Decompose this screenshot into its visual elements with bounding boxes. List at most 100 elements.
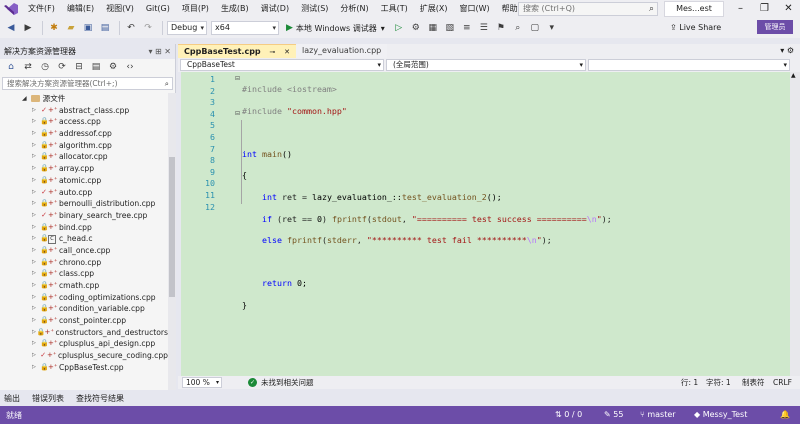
open-folder-icon[interactable]: ▰ bbox=[64, 21, 78, 35]
format-icon[interactable]: ≡ bbox=[460, 21, 474, 35]
home-icon[interactable]: ⌂ bbox=[4, 60, 18, 74]
tree-file-item[interactable]: ▷ 🔒 +⁺ access.cpp bbox=[0, 116, 168, 128]
line-ending-indicator[interactable]: CRLF bbox=[773, 378, 792, 387]
expand-arrow-icon[interactable]: ▷ bbox=[32, 292, 40, 304]
zoom-dropdown[interactable]: 100 % ▾ bbox=[182, 377, 222, 388]
expand-arrow-icon[interactable]: ▷ bbox=[32, 116, 40, 128]
tab-find-symbol-results[interactable]: 查找符号结果 bbox=[76, 393, 124, 404]
no-issues-icon[interactable]: ✓ bbox=[248, 378, 257, 387]
expand-arrow-icon[interactable]: ▷ bbox=[32, 151, 40, 163]
tree-file-item[interactable]: ▷ 🔒 Cc_head.c bbox=[0, 233, 168, 245]
tree-file-item[interactable]: ▷ 🔒 +⁺ atomic.cpp bbox=[0, 175, 168, 187]
menu-window[interactable]: 窗口(W) bbox=[454, 0, 496, 18]
tree-file-item[interactable]: ▷ 🔒 +⁺ allocator.cpp bbox=[0, 151, 168, 163]
tree-file-item[interactable]: ▷ ✓ +⁺ binary_search_tree.cpp bbox=[0, 210, 168, 222]
live-share-button[interactable]: ⇪ Live Share bbox=[670, 20, 721, 36]
tree-file-item[interactable]: ▷ 🔒 +⁺ chrono.cpp bbox=[0, 257, 168, 269]
switch-view-icon[interactable]: ⇄ bbox=[21, 60, 35, 74]
source-code[interactable]: #include <iostream> #include "common.hpp… bbox=[242, 74, 612, 353]
global-scope-dropdown[interactable]: (全局范围) ▾ bbox=[386, 59, 586, 71]
tree-file-item[interactable]: ▷ 🔒 +⁺ constructors_and_destructors bbox=[0, 327, 168, 339]
expand-arrow-icon[interactable]: ▷ bbox=[32, 198, 40, 210]
notifications-icon[interactable]: 🔔 bbox=[780, 406, 790, 424]
expand-arrow-icon[interactable]: ▷ bbox=[32, 175, 40, 187]
properties-icon[interactable]: ⚙ bbox=[106, 60, 120, 74]
platform-dropdown[interactable]: x64 ▾ bbox=[211, 21, 279, 35]
tree-file-item[interactable]: ▷ 🔒 +⁺ class.cpp bbox=[0, 268, 168, 280]
expand-arrow-icon[interactable]: ▷ bbox=[32, 187, 40, 199]
minimize-icon[interactable]: – bbox=[728, 0, 753, 18]
menu-file[interactable]: 文件(F) bbox=[22, 0, 61, 18]
menu-build[interactable]: 生成(B) bbox=[215, 0, 255, 18]
expand-arrow-icon[interactable]: ▷ bbox=[32, 268, 40, 280]
save-icon[interactable]: ▣ bbox=[81, 21, 95, 35]
panel-controls[interactable]: ▾ ⊞ ✕ bbox=[148, 44, 171, 59]
code-editor[interactable]: 1 2 3 4 5 6 7 8 9 10 11 12 ⊟ ⊟ #include <iostream> … bbox=[181, 72, 790, 376]
tab-lazy-evaluation[interactable]: lazy_evaluation.cpp bbox=[296, 44, 388, 58]
expand-arrow-icon[interactable]: ▷ bbox=[32, 338, 40, 350]
tab-mode-indicator[interactable]: 制表符 bbox=[742, 377, 765, 388]
tree-file-item[interactable]: ▷ 🔒 +⁺ bind.cpp bbox=[0, 222, 168, 234]
tree-folder-source-files[interactable]: ◢ 源文件 bbox=[0, 93, 168, 105]
line-indicator[interactable]: 行: 1 bbox=[681, 377, 698, 388]
show-all-files-icon[interactable]: ▤ bbox=[89, 60, 103, 74]
fold-collapse-icon[interactable]: ⊟ bbox=[235, 75, 240, 82]
tree-file-item[interactable]: ▷ 🔒 +⁺ algorithm.cpp bbox=[0, 140, 168, 152]
tree-file-item[interactable]: ▷ ✓ +⁺ abstract_class.cpp bbox=[0, 105, 168, 117]
menu-git[interactable]: Git(G) bbox=[140, 0, 176, 18]
tree-file-item[interactable]: ▷ 🔒 +⁺ call_once.cpp bbox=[0, 245, 168, 257]
breakpoint-icon[interactable]: ▧ bbox=[443, 21, 457, 35]
save-all-icon[interactable]: ▤ bbox=[98, 21, 112, 35]
undo-icon[interactable]: ↶ bbox=[124, 21, 138, 35]
menu-view[interactable]: 视图(V) bbox=[100, 0, 140, 18]
expand-arrow-icon[interactable]: ▷ bbox=[32, 245, 40, 257]
menu-tools[interactable]: 工具(T) bbox=[375, 0, 414, 18]
expand-arrow-icon[interactable]: ▷ bbox=[32, 163, 40, 175]
pending-changes-status[interactable]: ✎ 55 bbox=[604, 406, 623, 424]
editor-vertical-scrollbar[interactable]: ▲ bbox=[790, 72, 800, 376]
tree-file-item[interactable]: ▷ 🔒 +⁺ bernoulli_distribution.cpp bbox=[0, 198, 168, 210]
close-tab-icon[interactable]: ✕ bbox=[284, 48, 290, 56]
redo-icon[interactable]: ↷ bbox=[141, 21, 155, 35]
menu-debug[interactable]: 调试(D) bbox=[255, 0, 295, 18]
close-icon[interactable]: ✕ bbox=[776, 0, 800, 18]
tree-file-item[interactable]: ▷ ✓ +⁺ auto.cpp bbox=[0, 187, 168, 199]
pin-icon[interactable]: ⊸ bbox=[269, 48, 275, 56]
expand-arrow-icon[interactable]: ▷ bbox=[32, 233, 40, 245]
start-debugging-button[interactable]: ▶ 本地 Windows 调试器 ▾ bbox=[283, 20, 388, 36]
tree-file-item[interactable]: ▷ 🔒 +⁺ cmath.cpp bbox=[0, 280, 168, 292]
expand-arrow-icon[interactable]: ▷ bbox=[32, 280, 40, 292]
diagnostics-icon[interactable]: ▦ bbox=[426, 21, 440, 35]
solution-search-input[interactable]: 搜索解决方案资源管理器(Ctrl+;) ⌕ bbox=[2, 77, 173, 90]
tree-file-item[interactable]: ▷ 🔒 +⁺ addressof.cpp bbox=[0, 128, 168, 140]
tree-file-item[interactable]: ▷ 🔒 +⁺ condition_variable.cpp bbox=[0, 303, 168, 315]
sync-icon[interactable]: ⟳ bbox=[55, 60, 69, 74]
expand-arrow-icon[interactable]: ▷ bbox=[32, 315, 40, 327]
scrollbar-thumb[interactable] bbox=[169, 157, 175, 297]
tree-file-item[interactable]: ▷ 🔒 +⁺ const_pointer.cpp bbox=[0, 315, 168, 327]
branch-status[interactable]: ⑂ master bbox=[640, 406, 676, 424]
menu-edit[interactable]: 编辑(E) bbox=[61, 0, 100, 18]
collapse-all-icon[interactable]: ⊟ bbox=[72, 60, 86, 74]
tab-cppbasetest[interactable]: CppBaseTest.cpp ⊸ ✕ bbox=[178, 44, 296, 58]
menu-analyze[interactable]: 分析(N) bbox=[334, 0, 374, 18]
expand-arrow-icon[interactable]: ▷ bbox=[32, 257, 40, 269]
toolbar-overflow-icon[interactable]: ▾ bbox=[545, 21, 559, 35]
maximize-icon[interactable]: ❐ bbox=[752, 0, 777, 18]
expand-arrow-icon[interactable]: ▷ bbox=[32, 350, 39, 362]
menu-project[interactable]: 项目(P) bbox=[176, 0, 215, 18]
expand-arrow-icon[interactable]: ◢ bbox=[22, 93, 27, 105]
tab-output[interactable]: 输出 bbox=[4, 393, 20, 404]
visual-studio-logo-icon[interactable] bbox=[0, 0, 22, 18]
start-without-debugging-icon[interactable]: ▷ bbox=[392, 21, 406, 35]
tab-overflow-icon[interactable]: ▾ ⚙ bbox=[774, 44, 800, 58]
tree-file-item[interactable]: ▷ ✓ +⁺ cplusplus_secure_coding.cpp bbox=[0, 350, 168, 362]
tree-file-item[interactable]: ▷ 🔒 +⁺ CppBaseTest.cpp bbox=[0, 362, 168, 374]
comment-icon[interactable]: ☰ bbox=[477, 21, 491, 35]
expand-arrow-icon[interactable]: ▷ bbox=[32, 105, 40, 117]
expand-arrow-icon[interactable]: ▷ bbox=[32, 303, 40, 315]
configuration-dropdown[interactable]: Debug ▾ bbox=[167, 21, 207, 35]
code-view-icon[interactable]: ‹› bbox=[123, 60, 137, 74]
column-indicator[interactable]: 字符: 1 bbox=[706, 377, 731, 388]
tree-file-item[interactable]: ▷ 🔒 +⁺ coding_optimizations.cpp bbox=[0, 292, 168, 304]
